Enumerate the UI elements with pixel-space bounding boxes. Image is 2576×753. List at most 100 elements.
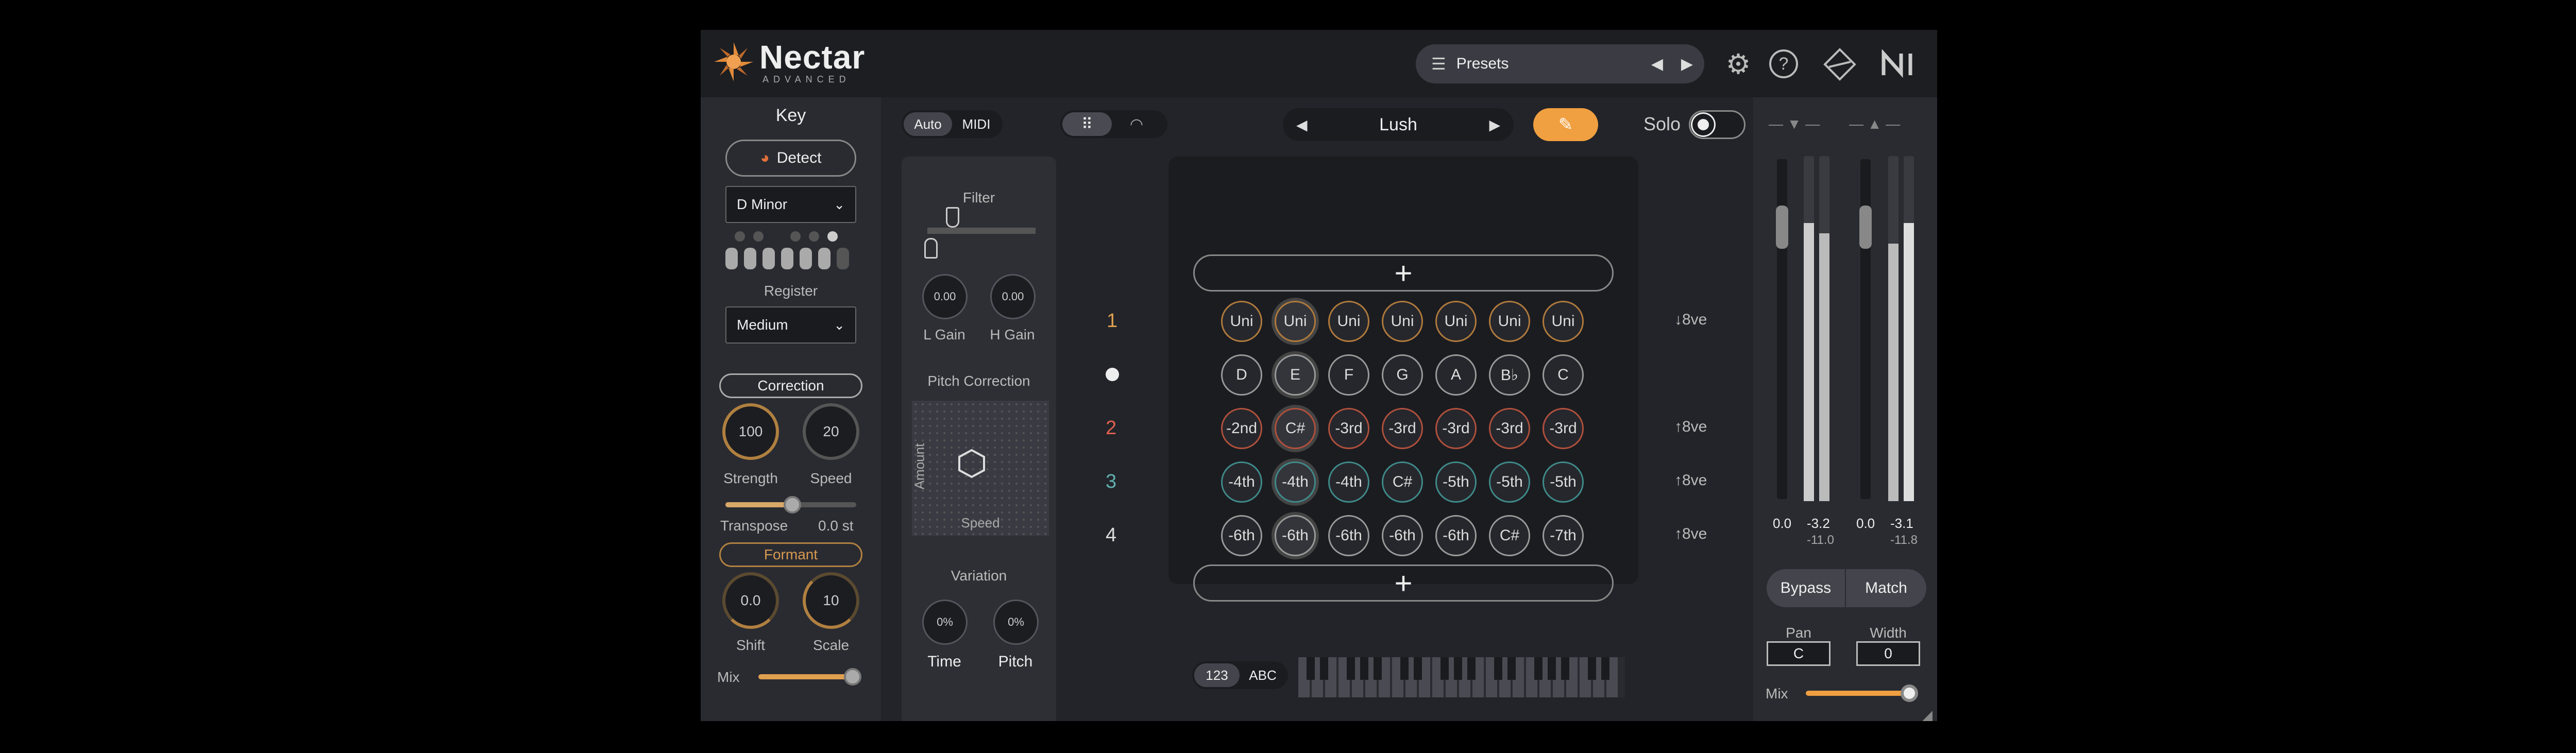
help-icon[interactable]: ?: [1769, 49, 1798, 78]
hexagon-handle-icon[interactable]: [957, 448, 986, 479]
add-bottom-button[interactable]: +: [1193, 564, 1614, 602]
scale-label: Scale: [812, 637, 850, 653]
grid-cell[interactable]: F: [1328, 354, 1369, 396]
midi-button[interactable]: MIDI: [952, 112, 1001, 136]
style-next-icon[interactable]: ▶: [1489, 116, 1500, 133]
preset-prev-icon[interactable]: ◀: [1651, 55, 1663, 73]
grid-cell[interactable]: Uni: [1275, 301, 1316, 342]
mix-left-slider[interactable]: [758, 668, 861, 686]
grid-cell[interactable]: -3rd: [1382, 408, 1423, 449]
preset-next-icon[interactable]: ▶: [1681, 55, 1693, 73]
add-top-button[interactable]: +: [1193, 254, 1614, 292]
input-gain-fader[interactable]: [1776, 159, 1788, 499]
grid-cell[interactable]: -5th: [1543, 461, 1584, 503]
time-knob[interactable]: 0%: [922, 600, 968, 645]
l-gain-knob[interactable]: 0.00: [922, 274, 968, 319]
formant-toggle[interactable]: Formant: [719, 542, 862, 567]
octave-up-marker[interactable]: ↑ 8ve: [1674, 418, 1707, 436]
solo-toggle[interactable]: [1689, 110, 1745, 139]
grid-cell[interactable]: Uni: [1328, 301, 1369, 342]
grid-cell[interactable]: Uni: [1382, 301, 1423, 342]
mix-left-handle[interactable]: [844, 668, 861, 686]
register-dropdown[interactable]: Medium ⌄: [725, 306, 856, 344]
scale-knob[interactable]: 10: [803, 572, 859, 629]
grid-cell[interactable]: B♭: [1489, 354, 1530, 396]
octave-up-marker[interactable]: ↑ 8ve: [1674, 472, 1707, 489]
gear-icon[interactable]: ⚙: [1723, 48, 1754, 80]
grid-cell[interactable]: -7th: [1543, 515, 1584, 556]
grid-cell[interactable]: E: [1275, 354, 1316, 396]
mix-right-slider[interactable]: [1806, 684, 1918, 702]
strength-knob[interactable]: 100: [722, 403, 779, 460]
grid-cell[interactable]: -3rd: [1489, 408, 1530, 449]
auto-button[interactable]: Auto: [904, 112, 952, 136]
scale-dropdown[interactable]: D Minor ⌄: [725, 186, 856, 223]
grid-cell[interactable]: -3rd: [1543, 408, 1584, 449]
grid-cell[interactable]: Uni: [1489, 301, 1530, 342]
grid-cell[interactable]: Uni: [1435, 301, 1477, 342]
grid-cell[interactable]: Uni: [1221, 301, 1262, 342]
pitch-knob[interactable]: 0%: [993, 600, 1039, 645]
mix-right-handle[interactable]: [1901, 684, 1918, 702]
grid-cell[interactable]: -4th: [1328, 461, 1369, 503]
mode-toggle[interactable]: Auto MIDI: [902, 110, 1003, 138]
grid-cell[interactable]: -6th: [1221, 515, 1262, 556]
grid-cell[interactable]: -2nd: [1221, 408, 1262, 449]
filter-low-handle[interactable]: [924, 238, 938, 259]
grid-cell[interactable]: C#: [1382, 461, 1423, 503]
filter-slider[interactable]: [924, 207, 1036, 259]
grid-cell[interactable]: C#: [1275, 408, 1316, 449]
grid-cell[interactable]: -3rd: [1435, 408, 1477, 449]
width-field[interactable]: 0: [1856, 641, 1920, 666]
h-gain-knob[interactable]: 0.00: [990, 274, 1036, 319]
grid-view-icon[interactable]: ⠿: [1062, 112, 1112, 136]
grid-cell[interactable]: Uni: [1543, 301, 1584, 342]
ni-logo-icon[interactable]: [1880, 49, 1918, 78]
arc-view-icon[interactable]: ◠: [1112, 112, 1161, 136]
output-gain-fader[interactable]: [1859, 159, 1872, 499]
routing-icon[interactable]: [1822, 46, 1858, 82]
transpose-slider[interactable]: [725, 496, 856, 514]
grid-cell[interactable]: G: [1382, 354, 1423, 396]
detect-button[interactable]: ◕ Detect: [725, 140, 856, 177]
number-notation-button[interactable]: 123: [1194, 663, 1240, 687]
filter-high-handle[interactable]: [946, 207, 959, 228]
grid-cell[interactable]: -3rd: [1328, 408, 1369, 449]
grid-cell[interactable]: A: [1435, 354, 1477, 396]
keyboard-mini[interactable]: [725, 231, 856, 270]
output-rms-value: -11.8: [1890, 533, 1918, 547]
pitch-speed-label: Speed: [961, 515, 1000, 530]
transpose-handle[interactable]: [784, 496, 801, 514]
input-fader-handle[interactable]: [1776, 206, 1788, 249]
pitch-xy-pad[interactable]: Amount Speed: [911, 401, 1049, 536]
grid-cell[interactable]: -4th: [1275, 461, 1316, 503]
grid-cell[interactable]: -6th: [1435, 515, 1477, 556]
grid-cell[interactable]: -6th: [1328, 515, 1369, 556]
grid-cell[interactable]: -5th: [1489, 461, 1530, 503]
grid-cell[interactable]: C: [1543, 354, 1584, 396]
correction-toggle[interactable]: Correction: [719, 373, 862, 398]
preset-bar[interactable]: ☰ Presets ◀ ▶: [1416, 44, 1704, 83]
letter-notation-button[interactable]: ABC: [1240, 663, 1286, 687]
edit-button[interactable]: ✎: [1533, 108, 1598, 141]
bypass-button[interactable]: Bypass: [1767, 569, 1846, 607]
speed-knob[interactable]: 20: [803, 403, 859, 460]
grid-cell[interactable]: -6th: [1275, 515, 1316, 556]
grid-cell[interactable]: D: [1221, 354, 1262, 396]
shift-knob[interactable]: 0.0: [722, 572, 779, 629]
grid-cell[interactable]: -4th: [1221, 461, 1262, 503]
resize-handle-icon[interactable]: ◢: [1922, 707, 1933, 721]
style-selector[interactable]: ◀ Lush ▶: [1283, 108, 1514, 141]
piano-keyboard[interactable]: [1298, 657, 1625, 697]
voice-number: 2: [1106, 417, 1117, 439]
pan-field[interactable]: C: [1767, 641, 1831, 666]
notation-toggle[interactable]: 123 ABC: [1192, 661, 1288, 689]
octave-down-marker[interactable]: ↓ 8ve: [1674, 311, 1707, 329]
octave-up-marker[interactable]: ↑ 8ve: [1674, 525, 1707, 543]
output-fader-handle[interactable]: [1859, 206, 1872, 249]
grid-cell[interactable]: -6th: [1382, 515, 1423, 556]
grid-cell[interactable]: -5th: [1435, 461, 1477, 503]
match-button[interactable]: Match: [1846, 569, 1926, 607]
grid-cell[interactable]: C#: [1489, 515, 1530, 556]
view-toggle[interactable]: ⠿ ◠: [1060, 110, 1167, 138]
